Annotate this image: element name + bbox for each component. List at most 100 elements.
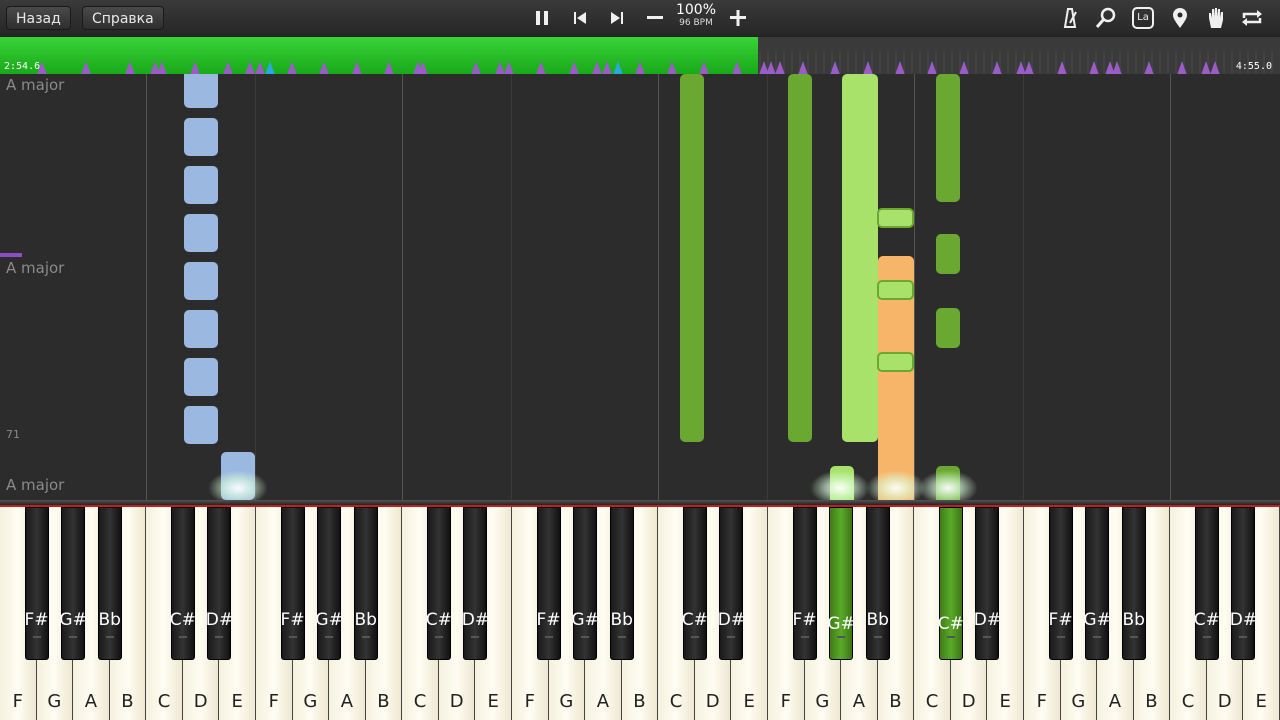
help-button[interactable]: Справка (82, 6, 164, 30)
piano-roll: A major A major 71 A major (0, 74, 1280, 500)
black-key[interactable]: G# (827, 507, 855, 660)
piano-keyboard[interactable]: F G A B C D E F G A B C D E F G A B C D E F G A B C D E F G A B C D E F# G# B… (0, 507, 1280, 720)
note-marker (495, 61, 505, 75)
grid-line (767, 74, 768, 500)
toolbar: Назад Справка 100% 96 BPM La (0, 0, 1280, 36)
note-marker (287, 61, 297, 75)
song-progress-bar[interactable]: 2:54.6 4:55.0 (0, 36, 1280, 75)
white-key-label: A (1108, 691, 1122, 712)
note-bar (936, 308, 960, 348)
black-key[interactable]: C# (426, 507, 452, 660)
white-key-label: E (231, 691, 243, 712)
black-key[interactable]: D# (718, 507, 745, 660)
black-key[interactable]: D# (462, 507, 489, 660)
note-marker (602, 61, 612, 75)
white-key-label: E (487, 691, 499, 712)
black-key[interactable]: D# (974, 507, 1001, 660)
note-bar (184, 262, 218, 300)
note-bar (184, 74, 218, 108)
grid-line (402, 74, 403, 500)
white-key-label: G (815, 691, 830, 712)
black-key[interactable]: F# (25, 507, 49, 660)
loop-icon[interactable] (1238, 4, 1266, 32)
note-marker (81, 61, 91, 75)
black-key[interactable]: D# (206, 507, 233, 660)
white-key-label: F (1036, 691, 1047, 712)
black-key[interactable]: Bb (609, 507, 634, 660)
note-bar (184, 310, 218, 348)
note-marker (1089, 61, 1099, 75)
black-key[interactable]: G# (59, 507, 87, 660)
note-bar (184, 118, 218, 156)
black-key-shine (325, 636, 334, 638)
black-key[interactable]: F# (1049, 507, 1073, 660)
back-button[interactable]: Назад (6, 6, 71, 30)
black-key[interactable]: F# (281, 507, 305, 660)
grid-line (511, 74, 512, 500)
black-key[interactable]: Bb (353, 507, 378, 660)
note-marker (732, 61, 742, 75)
black-key-shine (873, 636, 882, 638)
note-bar (788, 74, 812, 442)
key-signature-label: A major (6, 259, 65, 277)
minus-icon (647, 16, 663, 19)
pause-icon[interactable] (528, 4, 556, 32)
black-key[interactable]: Bb (1121, 507, 1146, 660)
measure-number: 71 (6, 428, 20, 441)
note-bar (680, 74, 704, 442)
tempo-minus-button[interactable] (641, 4, 669, 32)
white-key-label: D (449, 691, 464, 712)
black-key[interactable]: C# (682, 507, 708, 660)
black-key-shine (727, 636, 736, 638)
black-key[interactable]: G# (1083, 507, 1111, 660)
note-hit-glow (866, 470, 926, 500)
black-key-shine (800, 636, 809, 638)
key-label-icon[interactable]: La (1129, 4, 1157, 32)
black-key[interactable]: C# (1194, 507, 1220, 660)
black-key[interactable]: Bb (865, 507, 890, 660)
black-key-label: D# (1229, 610, 1258, 630)
black-key-label: D# (461, 610, 490, 630)
white-key-label: C (157, 691, 171, 712)
black-key-label: Bb (354, 610, 377, 630)
black-key-shine (581, 636, 590, 638)
black-key[interactable]: G# (315, 507, 343, 660)
key-signature-label: A major (6, 76, 65, 94)
white-key-label: B (633, 691, 646, 712)
tempo-plus-button[interactable] (724, 4, 752, 32)
skip-forward-icon[interactable] (603, 4, 631, 32)
black-key-label: D# (717, 610, 746, 630)
black-key[interactable]: Bb (97, 507, 122, 660)
search-icon[interactable] (1092, 4, 1120, 32)
skip-back-icon[interactable] (566, 4, 594, 32)
black-key-shine (471, 636, 480, 638)
help-button-label: Справка (92, 11, 154, 27)
note-marker (1057, 61, 1067, 75)
white-key-label: E (743, 691, 755, 712)
note-bar (184, 166, 218, 204)
note-marker (699, 61, 709, 75)
note-marker (319, 61, 329, 75)
white-key-label: D (193, 691, 208, 712)
white-key-label: G (559, 691, 574, 712)
marker-icon[interactable] (1166, 4, 1194, 32)
black-key[interactable]: G# (571, 507, 599, 660)
note-marker (157, 61, 167, 75)
tempo-readout: 100% 96 BPM (672, 3, 720, 29)
note-marker (536, 61, 546, 75)
black-key-shine (946, 636, 955, 638)
black-key-shine (1093, 636, 1102, 638)
note-marker (635, 61, 645, 75)
black-key[interactable]: F# (537, 507, 561, 660)
metronome-icon[interactable] (1056, 4, 1084, 32)
note-marker (255, 61, 265, 75)
black-key-shine (1129, 636, 1138, 638)
black-key[interactable]: C# (938, 507, 964, 660)
total-time: 4:55.0 (1235, 61, 1272, 72)
black-key[interactable]: D# (1230, 507, 1257, 660)
grid-line (255, 74, 256, 500)
black-key[interactable]: F# (793, 507, 817, 660)
white-key-label: A (596, 691, 610, 712)
hand-icon[interactable] (1202, 4, 1230, 32)
black-key[interactable]: C# (170, 507, 196, 660)
